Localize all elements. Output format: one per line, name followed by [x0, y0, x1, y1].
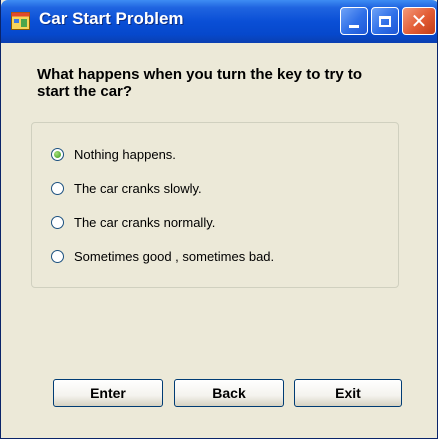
enter-button[interactable]: Enter	[53, 379, 163, 407]
window-title: Car Start Problem	[39, 9, 184, 28]
option-sometimes-good-bad[interactable]: Sometimes good , sometimes bad.	[51, 246, 274, 266]
close-button[interactable]: ✕	[402, 7, 436, 35]
option-cranks-normally[interactable]: The car cranks normally.	[51, 212, 215, 232]
option-label: Sometimes good , sometimes bad.	[74, 248, 275, 264]
radio-icon[interactable]	[51, 181, 64, 195]
option-label: The car cranks slowly.	[74, 180, 202, 196]
dialog-window: Car Start Problem ✕ What happens when yo…	[0, 0, 438, 439]
back-button[interactable]: Back	[174, 379, 284, 407]
option-label: The car cranks normally.	[74, 214, 216, 230]
option-cranks-slowly[interactable]: The car cranks slowly.	[51, 178, 202, 198]
title-bar[interactable]: Car Start Problem ✕	[1, 0, 437, 43]
option-label: Nothing happens.	[74, 146, 176, 162]
radio-icon[interactable]	[51, 215, 64, 229]
exit-button[interactable]: Exit	[294, 379, 402, 407]
minimize-button[interactable]	[340, 7, 368, 35]
close-icon: ✕	[410, 9, 428, 33]
minimize-icon	[349, 24, 359, 28]
radio-selected-icon[interactable]	[51, 147, 64, 161]
radio-icon[interactable]	[51, 249, 64, 263]
question-label: What happens when you turn the key to tr…	[37, 66, 363, 100]
app-window-icon	[11, 12, 30, 30]
option-nothing-happens[interactable]: Nothing happens.	[51, 144, 176, 164]
maximize-button[interactable]	[371, 7, 399, 35]
maximize-icon	[379, 15, 391, 27]
